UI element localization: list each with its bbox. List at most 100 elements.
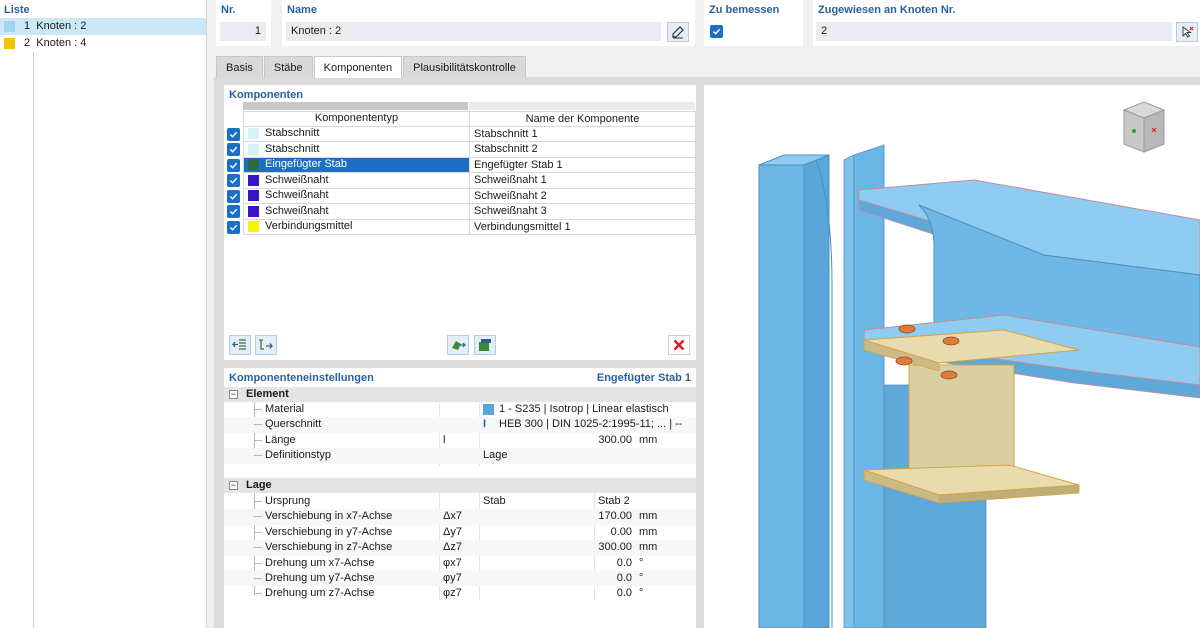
property-row[interactable]: Ursprung Stab Stab 2 [224, 494, 696, 509]
zu-bemessen-checkbox[interactable] [710, 25, 723, 39]
view-cube-icon [1122, 101, 1166, 153]
component-type-cell[interactable]: Schweißnaht [243, 173, 469, 189]
component-type-cell[interactable]: Stabschnitt [243, 142, 469, 158]
i-beam-icon: I [483, 418, 487, 431]
property-row[interactable]: Verschiebung in z7-Achse Δz7 300.00 mm [224, 540, 696, 556]
delete-button[interactable] [668, 335, 690, 355]
table-row[interactable]: Stabschnitt Stabschnitt 2 [224, 142, 696, 158]
component-name-cell[interactable]: Engefügter Stab 1 [469, 157, 696, 173]
property-value[interactable]: HEB 300 | DIN 1025-2:1995-11; ... | -- [499, 417, 682, 432]
row-checkbox[interactable] [224, 173, 243, 189]
group-element[interactable]: − Element [224, 387, 696, 402]
component-type-cell[interactable]: Stabschnitt [243, 126, 469, 142]
property-unit: mm [639, 525, 658, 538]
property-row[interactable]: Drehung um x7-Achse φx7 0.0 ° [224, 556, 696, 571]
component-type-cell[interactable]: Eingefügter Stab [243, 157, 469, 173]
column-resize-bar [469, 102, 695, 110]
property-name: Querschnitt [265, 418, 322, 431]
row-checkbox[interactable] [224, 220, 243, 236]
property-row[interactable]: Definitionstyp Lage [224, 448, 696, 464]
column-resize-bar [243, 102, 468, 110]
library-button[interactable] [474, 335, 496, 355]
tab-komponenten[interactable]: Komponenten [313, 56, 403, 78]
table-row[interactable]: Schweißnaht Schweißnaht 2 [224, 188, 696, 205]
select-node-button[interactable] [1176, 22, 1198, 42]
property-row[interactable]: Drehung um z7-Achse φz7 0.0 ° [224, 586, 696, 601]
property-row[interactable]: Verschiebung in y7-Achse Δy7 0.00 mm [224, 525, 696, 540]
table-row[interactable]: Verbindungsmittel Verbindungsmittel 1 [224, 219, 696, 236]
component-name-cell[interactable]: Stabschnitt 2 [469, 142, 696, 158]
property-unit: ° [639, 587, 644, 600]
zu-bemessen-label: Zu bemessen [709, 4, 780, 16]
row-checkbox[interactable] [224, 127, 243, 143]
table-row[interactable]: Eingefügter Stab Engefügter Stab 1 [224, 157, 696, 174]
property-value[interactable]: Lage [483, 448, 507, 463]
row-checkbox[interactable] [224, 142, 243, 158]
group-lage[interactable]: − Lage [224, 478, 696, 493]
list-item-num: 1 [24, 20, 31, 32]
name-label: Name [287, 4, 317, 16]
zugewiesen-field[interactable]: 2 [816, 22, 1172, 41]
settings-subtitle: Engefügter Stab 1 [596, 372, 691, 384]
col-header-name[interactable]: Name der Komponente [469, 111, 696, 127]
tab-basis[interactable]: Basis [216, 56, 263, 78]
property-row[interactable]: Verschiebung in x7-Achse Δx7 170.00 mm [224, 509, 696, 525]
move-left-button[interactable] [229, 335, 251, 355]
collapse-icon[interactable]: − [229, 481, 238, 490]
components-panel: Komponenten Komponententyp Name der Komp… [224, 85, 696, 360]
list-item[interactable]: 2 Knoten : 4 [0, 35, 206, 52]
model-3d-view[interactable] [704, 85, 1200, 628]
nr-field[interactable]: 1 [220, 22, 266, 41]
component-type-cell[interactable]: Verbindungsmittel [243, 219, 469, 235]
property-name: Länge [265, 433, 296, 446]
property-unit: mm [639, 541, 658, 554]
component-name-cell[interactable]: Stabschnitt 1 [469, 126, 696, 142]
name-field[interactable]: Knoten : 2 [286, 22, 661, 41]
component-type-cell[interactable]: Schweißnaht [243, 204, 469, 220]
table-row[interactable]: Schweißnaht Schweißnaht 1 [224, 173, 696, 189]
property-value[interactable]: 300.00 [598, 433, 632, 448]
property-unit: ° [639, 572, 644, 584]
property-value[interactable]: 0.0 [617, 586, 632, 601]
check-icon [229, 131, 238, 138]
property-name: Drehung um x7-Achse [265, 556, 375, 569]
table-row[interactable]: Schweißnaht Schweißnaht 3 [224, 204, 696, 220]
zu-bemessen-box: Zu bemessen [704, 0, 803, 46]
move-right-button[interactable] [255, 335, 277, 355]
property-row[interactable]: Querschnitt I HEB 300 | DIN 1025-2:1995-11… [224, 417, 696, 433]
component-type-cell[interactable]: Schweißnaht [243, 188, 469, 204]
property-row[interactable]: Material 1 - S235 | Isotrop | Linear elas… [224, 402, 696, 417]
import-button[interactable] [447, 335, 469, 355]
component-name-cell[interactable]: Verbindungsmittel 1 [469, 219, 696, 235]
property-value[interactable]: 0.00 [611, 525, 632, 540]
component-name-cell[interactable]: Schweißnaht 3 [469, 204, 696, 220]
row-checkbox[interactable] [224, 158, 243, 174]
component-type: Schweißnaht [265, 204, 329, 217]
color-swatch [248, 159, 259, 171]
property-value-2[interactable]: Stab 2 [598, 494, 630, 509]
property-value[interactable]: 170.00 [598, 509, 632, 524]
property-row[interactable]: Länge l 300.00 mm [224, 433, 696, 448]
row-checkbox[interactable] [224, 204, 243, 220]
tab-staebe[interactable]: Stäbe [263, 56, 313, 78]
color-swatch [248, 205, 259, 217]
row-checkbox[interactable] [224, 189, 243, 205]
component-name-cell[interactable]: Schweißnaht 2 [469, 188, 696, 204]
edit-name-button[interactable] [667, 22, 689, 42]
property-value[interactable]: 0.0 [617, 556, 632, 571]
property-name: Material [265, 403, 305, 415]
name-box: Name Knoten : 2 [282, 0, 695, 46]
check-icon [712, 28, 721, 35]
table-row[interactable]: Stabschnitt Stabschnitt 1 [224, 126, 696, 143]
property-row[interactable]: Drehung um y7-Achse φy7 0.0 ° [224, 571, 696, 587]
component-type: Eingefügter Stab [265, 158, 347, 171]
property-value[interactable]: 300.00 [598, 540, 632, 555]
col-header-type[interactable]: Komponententyp [243, 111, 469, 127]
property-value[interactable]: 1 - S235 | Isotrop | Linear elastisch [499, 402, 669, 417]
component-name-cell[interactable]: Schweißnaht 1 [469, 173, 696, 189]
collapse-icon[interactable]: − [229, 390, 238, 399]
tab-plausibilitaetskontrolle[interactable]: Plausibilitätskontrolle [403, 56, 526, 78]
list-item[interactable]: 1 Knoten : 2 [0, 18, 206, 35]
property-value[interactable]: Stab [483, 494, 506, 509]
property-value[interactable]: 0.0 [617, 571, 632, 586]
